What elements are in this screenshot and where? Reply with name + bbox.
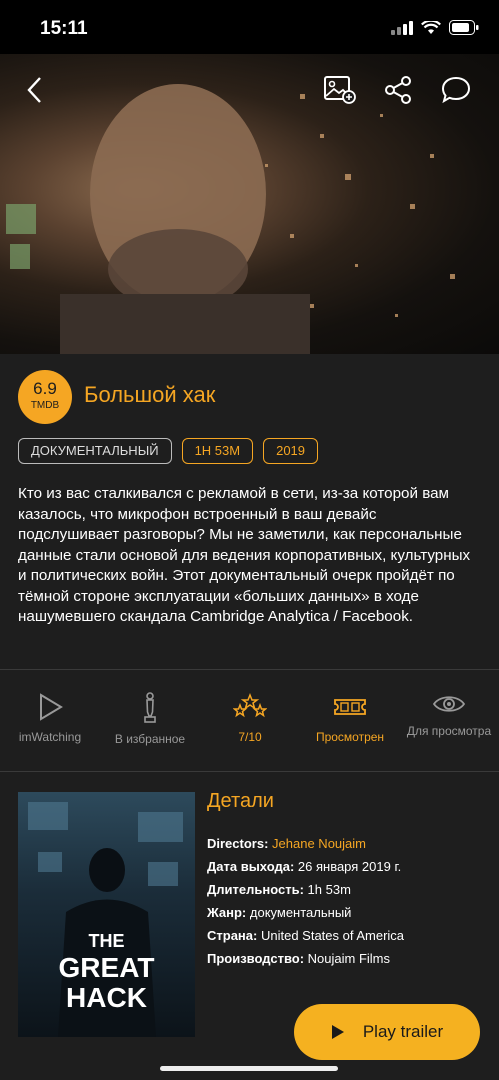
wifi-icon <box>421 20 441 34</box>
image-add-icon <box>324 76 356 104</box>
share-icon <box>385 76 411 104</box>
rating-label: 7/10 <box>238 730 262 744</box>
status-icons <box>391 20 479 35</box>
chevron-left-icon <box>27 77 41 103</box>
detail-key: Дата выхода: <box>207 859 295 874</box>
poster-title-line2: GREAT <box>58 952 155 983</box>
watchlist-label: Для просмотра <box>406 724 492 738</box>
play-trailer-label: Play trailer <box>362 1022 444 1041</box>
details-list: Directors: Jehane Noujaim Дата выхода: 2… <box>207 832 487 970</box>
director-link[interactable]: Jehane Noujaim <box>272 836 366 851</box>
watched-label: Просмотрен <box>315 730 385 744</box>
detail-value: 26 января 2019 г. <box>297 859 402 874</box>
imwatching-label: imWatching <box>18 730 82 744</box>
divider-top <box>0 669 499 670</box>
chat-bubble-icon <box>441 76 471 104</box>
share-button[interactable] <box>378 70 418 110</box>
hero-backdrop <box>0 54 499 354</box>
detail-release: Дата выхода: 26 января 2019 г. <box>207 855 487 878</box>
back-button[interactable] <box>14 70 54 110</box>
movie-poster[interactable]: THE GREAT HACK <box>18 792 195 1037</box>
status-time: 15:11 <box>40 18 88 39</box>
status-bar: 15:11 <box>0 0 499 54</box>
battery-icon <box>449 20 479 35</box>
detail-genre: Жанр: документальный <box>207 901 487 924</box>
rate-button[interactable]: 7/10 <box>200 692 300 744</box>
detail-country: Страна: United States of America <box>207 924 487 947</box>
watchlist-button[interactable]: Для просмотра <box>399 692 499 738</box>
ticket-icon <box>334 699 366 715</box>
movie-title: Большой хак <box>84 382 216 407</box>
play-trailer-button[interactable]: Play trailer <box>294 1004 480 1060</box>
favorites-label: В избранное <box>114 732 186 746</box>
detail-production: Производство: Noujaim Films <box>207 947 487 970</box>
detail-key: Directors: <box>207 836 269 851</box>
details-heading: Детали <box>207 790 274 812</box>
backdrop-portrait <box>6 84 455 354</box>
detail-duration: Длительность: 1h 53m <box>207 878 487 901</box>
stars-icon <box>233 692 267 718</box>
comments-button[interactable] <box>436 70 476 110</box>
detail-value: 1h 53m <box>307 882 351 897</box>
play-icon <box>331 1025 344 1039</box>
detail-key: Жанр: <box>207 905 247 920</box>
watched-button[interactable]: Просмотрен <box>300 692 400 744</box>
detail-key: Длительность: <box>207 882 304 897</box>
year-tag[interactable]: 2019 <box>263 438 319 464</box>
signal-icon <box>391 20 413 35</box>
tags-row: ДОКУМЕНТАЛЬНЫЙ 1H 53M 2019 <box>18 438 319 464</box>
detail-key: Страна: <box>207 928 258 943</box>
divider-bottom <box>0 771 499 772</box>
add-image-button[interactable] <box>320 70 360 110</box>
detail-value: United States of America <box>260 928 405 943</box>
rating-source: TMDB <box>30 400 60 411</box>
poster-title-line1: THE <box>88 931 125 951</box>
detail-directors: Directors: Jehane Noujaim <box>207 832 487 855</box>
favorites-button[interactable]: В избранное <box>100 692 200 746</box>
eye-icon <box>432 696 466 712</box>
detail-value: документальный <box>249 905 352 920</box>
rating-badge: 6.9 TMDB <box>18 370 72 424</box>
action-bar: imWatching В избранное 7/10 Просмотрен Д… <box>0 692 499 760</box>
detail-key: Производство: <box>207 951 305 966</box>
poster-title-line3: HACK <box>66 982 147 1013</box>
home-indicator <box>160 1066 338 1071</box>
detail-value: Noujaim Films <box>307 951 391 966</box>
rating-value: 6.9 <box>33 379 57 398</box>
poster-title: THE GREAT HACK <box>18 930 195 1013</box>
genre-tag[interactable]: ДОКУМЕНТАЛЬНЫЙ <box>18 438 172 464</box>
movie-description: Кто из вас сталкивался с рекламой в сети… <box>18 485 471 625</box>
play-outline-icon <box>40 693 63 721</box>
oscar-icon <box>144 692 156 723</box>
duration-tag: 1H 53M <box>181 438 254 464</box>
imwatching-button[interactable]: imWatching <box>0 692 100 744</box>
